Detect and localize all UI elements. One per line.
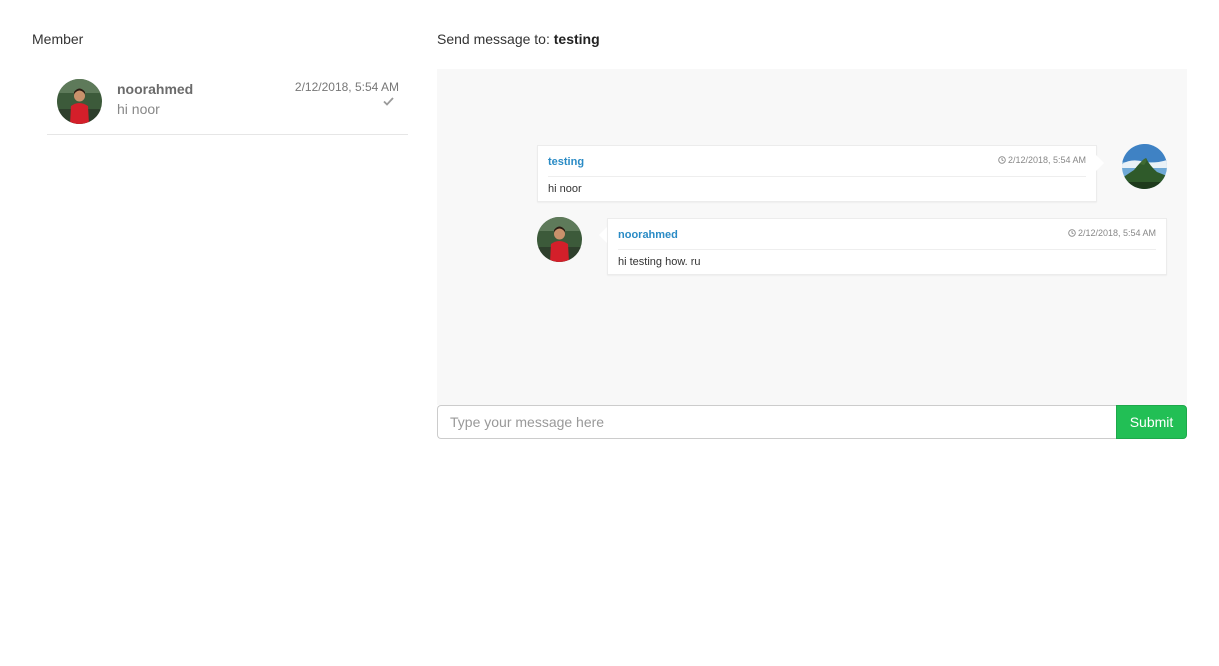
message-time: 2/12/2018, 5:54 AM [998,155,1086,165]
message-text: hi testing how. ru [618,256,701,268]
member-last-message: hi noor [117,101,160,117]
message-input[interactable] [437,405,1117,439]
send-to-label: Send message to: [437,31,550,47]
message-time-text: 2/12/2018, 5:54 AM [1007,155,1086,165]
message-username[interactable]: testing [548,156,584,168]
chat-message: noorahmed 2/12/2018, 5:54 AM hi testing … [607,218,1167,275]
message-time-text: 2/12/2018, 5:54 AM [1077,228,1156,238]
member-avatar [57,79,102,124]
message-time: 2/12/2018, 5:54 AM [1068,228,1156,238]
message-username[interactable]: noorahmed [618,229,678,241]
message-text: hi noor [548,183,582,195]
chat-page: Member noorahmed hi noor 2/12/2018, 5:54… [0,0,1219,666]
message-header: noorahmed 2/12/2018, 5:54 AM [618,219,1156,250]
message-avatar [537,217,582,262]
clock-icon [998,156,1006,164]
member-time: 2/12/2018, 5:54 AM [294,80,399,94]
recipient-name: testing [553,31,600,47]
check-icon [383,97,394,106]
message-pointer [1096,155,1104,171]
members-title: Member [32,31,84,47]
clock-icon [1068,229,1076,237]
send-to-header: Send message to: testing [437,31,600,47]
member-list-item[interactable]: noorahmed hi noor 2/12/2018, 5:54 AM [47,72,408,135]
submit-button[interactable]: Submit [1116,405,1187,439]
member-name: noorahmed [117,81,194,97]
message-pointer [599,227,607,243]
message-avatar [1122,144,1167,189]
chat-message: testing 2/12/2018, 5:54 AM hi noor [537,145,1097,202]
chat-messages-area[interactable]: testing 2/12/2018, 5:54 AM hi noor noora… [437,69,1187,405]
message-header: testing 2/12/2018, 5:54 AM [548,146,1086,177]
